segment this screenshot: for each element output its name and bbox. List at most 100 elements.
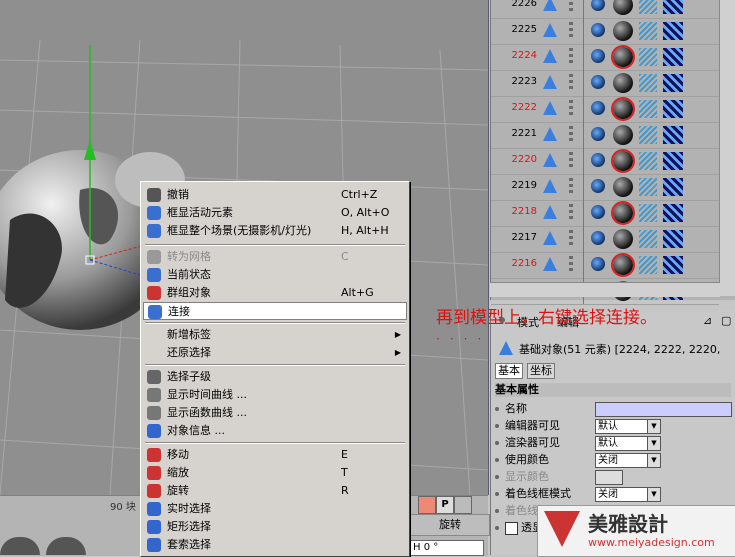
checkbox[interactable] [505, 522, 518, 535]
menu-item-label: 对象信息 ... [167, 424, 225, 437]
dropdown-arrow-icon[interactable]: ▼ [647, 437, 660, 450]
object-info-icon [147, 424, 161, 438]
menu-item[interactable]: 转为网格 C [143, 248, 407, 266]
checker-tag-icon [663, 22, 683, 40]
menu-item[interactable]: 旋转 R [143, 482, 407, 500]
visibility-dots[interactable] [569, 256, 573, 274]
new-window-icon[interactable]: ▢ [721, 314, 731, 327]
undo-icon [147, 188, 161, 202]
menu-item[interactable]: 当前状态 [143, 266, 407, 284]
object-row[interactable]: 2220 [491, 148, 719, 175]
viewport-status: 90 块 [110, 502, 136, 513]
menu-item-label: 群组对象 [167, 286, 211, 299]
property-dropdown[interactable]: 默认 ▼ [595, 436, 661, 451]
menu-item[interactable]: 显示时间曲线 ... [143, 386, 407, 404]
object-row[interactable]: 2226 [491, 0, 719, 19]
menu-item[interactable]: 套索选择 [143, 536, 407, 554]
menu-item[interactable]: 缩放 T [143, 464, 407, 482]
dropdown-value: 默认 [598, 421, 618, 432]
animate-dot-icon[interactable] [495, 509, 499, 513]
object-row[interactable]: 2217 [491, 226, 719, 253]
menu-item[interactable]: 移动 E [143, 446, 407, 464]
menu-item-label: 套索选择 [167, 538, 211, 551]
toolbar-p-button[interactable]: P [436, 496, 454, 514]
property-dropdown[interactable]: 关闭 ▼ [595, 487, 661, 502]
menu-item[interactable]: 矩形选择 [143, 518, 407, 536]
menu-item[interactable]: 群组对象 Alt+G [143, 284, 407, 302]
visibility-dots[interactable] [569, 178, 573, 196]
object-row[interactable]: 2225 [491, 18, 719, 45]
visibility-dots[interactable] [569, 48, 573, 66]
tab-coordinates[interactable]: 坐标 [527, 363, 555, 379]
texture-tag-icon [639, 126, 657, 144]
menu-item[interactable]: 对象信息 ... [143, 422, 407, 440]
object-row[interactable]: 2224 [491, 44, 719, 71]
cone-icon [543, 0, 557, 11]
object-row[interactable]: 2223 [491, 70, 719, 97]
tab-basic[interactable]: 基本 [495, 363, 523, 379]
color-swatch[interactable] [595, 470, 623, 485]
menu-item[interactable]: 新增标签 ▶ [143, 326, 407, 344]
animate-dot-icon[interactable] [495, 475, 499, 479]
name-field[interactable] [595, 402, 732, 417]
object-manager-hscrollbar[interactable] [490, 282, 720, 297]
visibility-dots[interactable] [569, 152, 573, 170]
visibility-dots[interactable] [569, 22, 573, 40]
visibility-dots[interactable] [569, 126, 573, 144]
make-editable-icon [147, 250, 161, 264]
visibility-dots[interactable] [569, 0, 573, 14]
coord-h-field[interactable]: H 0 ° [410, 540, 484, 556]
record-icon[interactable] [418, 496, 436, 514]
menu-item[interactable]: 框显活动元素 O, Alt+O [143, 204, 407, 222]
object-row[interactable]: 2222 [491, 96, 719, 123]
animate-dot-icon[interactable] [495, 526, 499, 530]
texture-tag-icon [639, 178, 657, 196]
live-select-icon [147, 502, 161, 516]
menu-item[interactable]: 显示函数曲线 ... [143, 404, 407, 422]
object-row[interactable]: 2216 [491, 252, 719, 279]
dropdown-arrow-icon[interactable]: ▼ [647, 420, 660, 433]
object-manager-scrollbar[interactable] [719, 0, 735, 296]
grid-icon[interactable] [454, 496, 472, 514]
sphere-material-icon [613, 177, 633, 197]
dropdown-arrow-icon[interactable]: ▼ [647, 488, 660, 501]
cone-icon [543, 23, 557, 37]
logo-mark-icon [544, 511, 580, 547]
lock-icon[interactable]: ⊿ [703, 314, 712, 327]
property-label: 渲染器可见 [505, 436, 560, 449]
menu-separator [145, 442, 405, 444]
menu-item[interactable]: 框显整个场景(无摄影机/灯光) H, Alt+H [143, 222, 407, 240]
menu-item[interactable]: 实时选择 [143, 500, 407, 518]
property-dropdown[interactable]: 关闭 ▼ [595, 453, 661, 468]
visibility-dots[interactable] [569, 230, 573, 248]
animate-dot-icon[interactable] [495, 458, 499, 462]
texture-tag-icon [639, 74, 657, 92]
tag-icon [591, 205, 605, 219]
sphere-material-icon [611, 149, 635, 173]
property-dropdown[interactable]: 默认 ▼ [595, 419, 661, 434]
menu-item[interactable]: 撤销 Ctrl+Z [143, 186, 407, 204]
visibility-dots[interactable] [569, 204, 573, 222]
object-row[interactable]: 2219 [491, 174, 719, 201]
animate-dot-icon[interactable] [495, 492, 499, 496]
property-label: 编辑器可见 [505, 419, 560, 432]
object-row[interactable]: 2221 [491, 122, 719, 149]
logo-url: www.meiyadesign.com [588, 536, 715, 549]
object-number: 2224 [511, 50, 537, 61]
rotate-tab[interactable]: 旋转 [410, 514, 490, 536]
animate-dot-icon[interactable] [495, 441, 499, 445]
menu-item-label: 新增标签 [167, 328, 211, 341]
animate-dot-icon[interactable] [495, 407, 499, 411]
animate-dot-icon[interactable] [495, 424, 499, 428]
menu-item[interactable]: 连接 [143, 302, 407, 320]
context-menu: 撤销 Ctrl+Z 框显活动元素 O, Alt+O 框显整个场景(无摄影机/灯光) H, … [140, 181, 410, 557]
menu-item[interactable]: 还原选择 ▶ [143, 344, 407, 362]
object-row[interactable]: 2218 [491, 200, 719, 227]
menu-item[interactable]: 选择子级 [143, 368, 407, 386]
visibility-dots[interactable] [569, 100, 573, 118]
menu-item-label: 实时选择 [167, 502, 211, 515]
column-divider [583, 226, 584, 252]
object-number: 2225 [511, 24, 537, 35]
dropdown-arrow-icon[interactable]: ▼ [647, 454, 660, 467]
visibility-dots[interactable] [569, 74, 573, 92]
